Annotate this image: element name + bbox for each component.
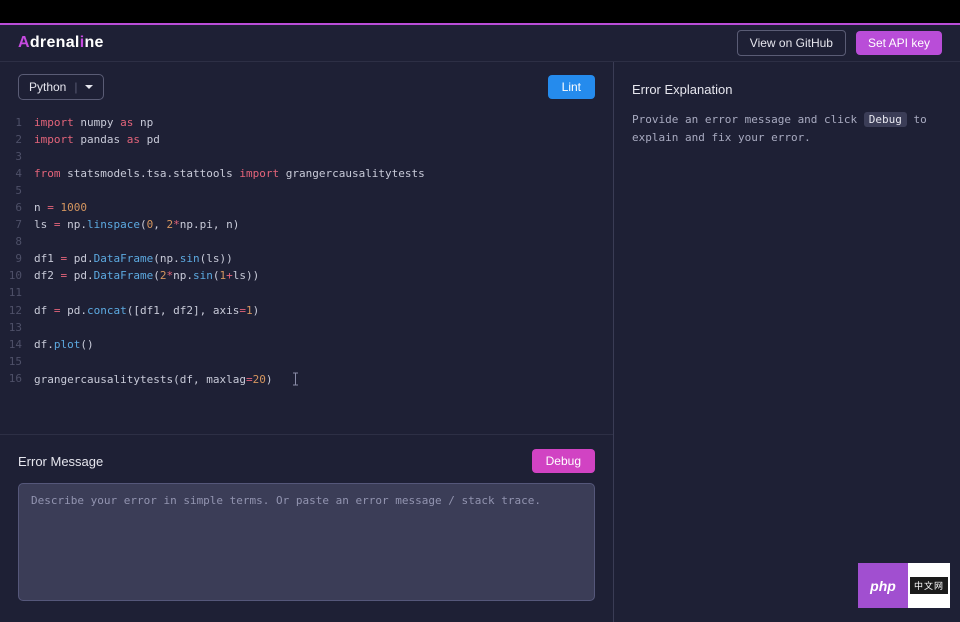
- error-message-title: Error Message: [18, 454, 103, 469]
- code-pane: Python | Lint 1import numpy as np 2impor…: [0, 62, 614, 622]
- language-select[interactable]: Python |: [18, 74, 104, 100]
- line-number: 16: [0, 370, 34, 388]
- text-cursor-icon: [292, 372, 298, 385]
- app-logo: Adrenaline: [18, 34, 104, 52]
- line-number: 8: [0, 233, 34, 250]
- explanation-pane: Error Explanation Provide an error messa…: [614, 62, 960, 622]
- select-divider: |: [74, 80, 77, 94]
- line-number: 7: [0, 216, 34, 233]
- line-number: 11: [0, 284, 34, 301]
- line-number: 5: [0, 182, 34, 199]
- line-number: 2: [0, 131, 34, 148]
- explanation-pre: Provide an error message and click: [632, 113, 864, 126]
- set-api-key-button[interactable]: Set API key: [856, 31, 942, 55]
- language-label: Python: [29, 80, 66, 94]
- explanation-cmd: Debug: [864, 112, 907, 127]
- code-editor[interactable]: 1import numpy as np 2import pandas as pd…: [0, 108, 613, 434]
- logo-mid2: ne: [84, 34, 103, 51]
- error-input[interactable]: [18, 483, 595, 601]
- php-watermark-badge: php 中文网: [858, 563, 950, 608]
- chevron-down-icon: [85, 85, 93, 89]
- line-number: 15: [0, 353, 34, 370]
- explanation-body: Provide an error message and click Debug…: [632, 111, 942, 146]
- line-number: 12: [0, 302, 34, 319]
- app-header: Adrenaline View on GitHub Set API key: [0, 25, 960, 62]
- editor-toolbar: Python | Lint: [0, 62, 613, 108]
- line-number: 9: [0, 250, 34, 267]
- debug-button[interactable]: Debug: [532, 449, 595, 473]
- error-message-section: Error Message Debug: [0, 434, 613, 622]
- main-content: Python | Lint 1import numpy as np 2impor…: [0, 62, 960, 622]
- line-number: 13: [0, 319, 34, 336]
- line-number: 14: [0, 336, 34, 353]
- view-github-button[interactable]: View on GitHub: [737, 30, 846, 56]
- logo-mid1: drenal: [30, 34, 80, 51]
- lint-button[interactable]: Lint: [548, 75, 595, 99]
- line-number: 1: [0, 114, 34, 131]
- line-number: 10: [0, 267, 34, 284]
- php-logo-text: php: [858, 563, 908, 608]
- line-number: 3: [0, 148, 34, 165]
- php-cn-text: 中文网: [910, 577, 948, 594]
- line-number: 4: [0, 165, 34, 182]
- window-top-bar: [0, 0, 960, 25]
- explanation-title: Error Explanation: [632, 82, 942, 97]
- logo-accent-a: A: [18, 34, 30, 51]
- line-number: 6: [0, 199, 34, 216]
